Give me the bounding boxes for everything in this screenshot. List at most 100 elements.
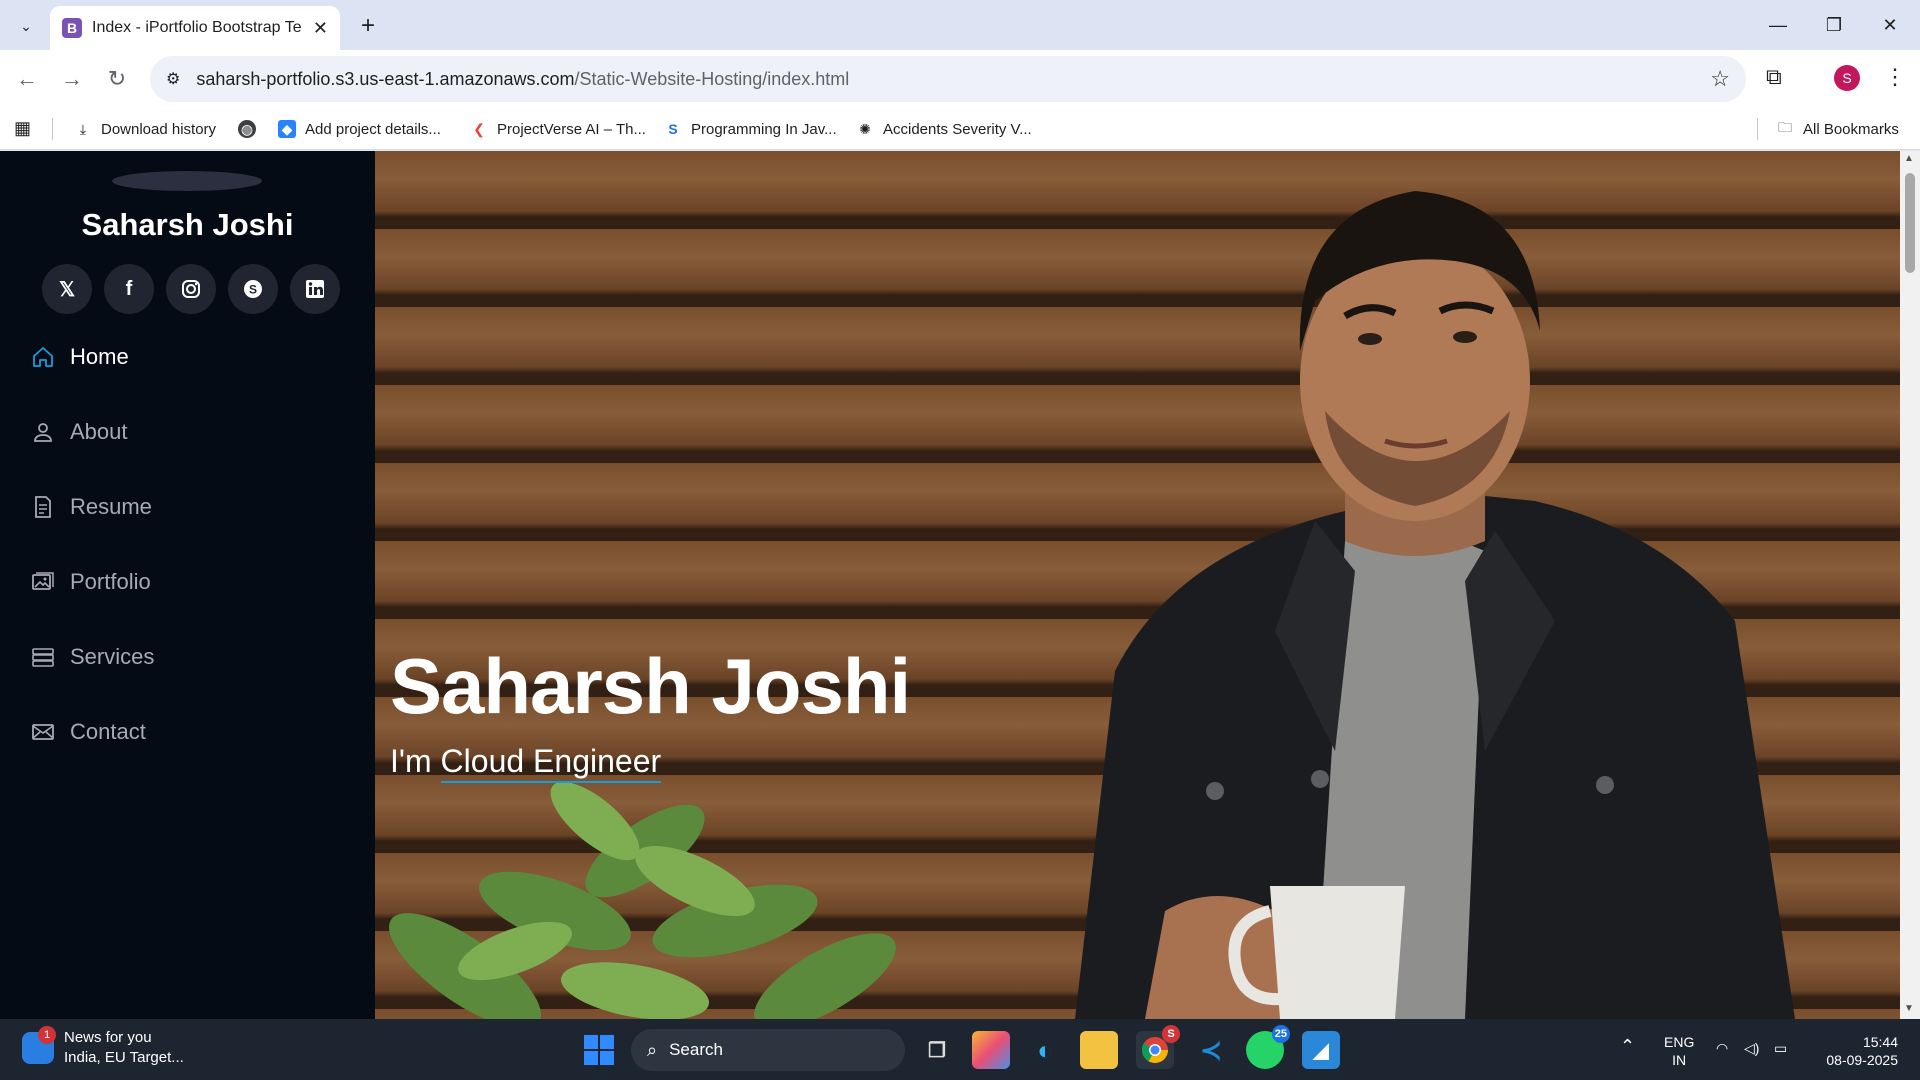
page-viewport: Saharsh Joshi 𝕏 f S Home About Resume Po… (0, 151, 1920, 1019)
whatsapp-icon[interactable]: 25 (1246, 1025, 1290, 1069)
s-logo-icon: S (668, 121, 678, 137)
instagram-icon[interactable] (166, 264, 216, 314)
tab-title: Index - iPortfolio Bootstrap Tem (92, 19, 302, 36)
page-scrollbar[interactable]: ▲ ▼ (1900, 151, 1920, 1019)
skype-icon[interactable]: S (228, 264, 278, 314)
search-icon: ⌕ (647, 1039, 658, 1060)
download-icon: ⤓ (79, 120, 87, 137)
facebook-icon[interactable]: f (104, 264, 154, 314)
close-window-button[interactable]: ✕ (1862, 0, 1918, 50)
chevron-up-icon[interactable]: ⌃ (1620, 1037, 1635, 1055)
minimize-button[interactable]: — (1750, 0, 1806, 50)
volume-icon[interactable]: ◁) (1744, 1039, 1759, 1057)
tab-close-icon[interactable]: ✕ (313, 18, 328, 39)
bookmark-globe[interactable]: ◍ (238, 108, 265, 150)
globe-icon: ◍ (238, 120, 256, 138)
bookmark-star-icon[interactable]: ☆ (1710, 66, 1730, 92)
news-subtitle: India, EU Target... (64, 1049, 184, 1066)
address-bar[interactable]: ⚙ saharsh-portfolio.s3.us-east-1.amazona… (150, 56, 1746, 102)
all-bookmarks-button[interactable]: 🗀 All Bookmarks (1776, 108, 1899, 150)
bookmark-label: Add project details... (305, 120, 441, 138)
jira-icon: ◆ (278, 120, 296, 138)
new-tab-button[interactable]: + (352, 10, 384, 42)
profile-avatar[interactable]: S (1834, 65, 1860, 91)
nav-label: Portfolio (70, 568, 151, 594)
bookmark-accidents-severity[interactable]: ✺ Accidents Severity V... (856, 108, 1032, 150)
nav-item-about[interactable]: About (0, 394, 375, 469)
nav-item-resume[interactable]: Resume (0, 469, 375, 544)
chrome-icon[interactable]: S (1136, 1025, 1180, 1069)
azure-app-icon[interactable]: ◢ (1302, 1031, 1340, 1069)
windows-start-icon[interactable] (584, 1035, 614, 1065)
sidebar: Saharsh Joshi 𝕏 f S Home About Resume Po… (0, 151, 375, 1019)
battery-icon[interactable]: ▭ (1774, 1039, 1787, 1057)
browser-tab[interactable]: B Index - iPortfolio Bootstrap Tem ✕ (50, 6, 340, 50)
bookmark-add-project-details[interactable]: ◆ Add project details... (278, 108, 441, 150)
reload-button[interactable]: ↻ (100, 62, 134, 96)
back-button[interactable]: ← (10, 62, 44, 96)
menu-dots-icon[interactable]: ⋮ (1884, 64, 1906, 90)
chrome-profile-badge: S (1162, 1025, 1180, 1043)
region-code: IN (1672, 1052, 1687, 1068)
taskbar-search[interactable]: ⌕ Search (631, 1029, 905, 1071)
nav-label: Resume (70, 493, 152, 519)
clock-time: 15:44 (1862, 1034, 1898, 1050)
site-info-icon[interactable]: ⚙ (166, 69, 180, 89)
url-host: saharsh-portfolio.s3.us-east-1.amazonaws… (196, 68, 575, 89)
bookmark-projectverse[interactable]: ❮ ProjectVerse AI – Th... (470, 108, 646, 150)
nav-item-portfolio[interactable]: Portfolio (0, 544, 375, 619)
file-explorer-icon[interactable] (1080, 1031, 1118, 1069)
edge-icon[interactable]: ◐ (1026, 1031, 1064, 1069)
divider (1757, 118, 1758, 140)
projectverse-icon: ❮ (473, 120, 485, 137)
language-code: ENG (1664, 1034, 1695, 1050)
task-view-icon[interactable]: ❐ (918, 1031, 956, 1069)
linkedin-icon[interactable] (290, 264, 340, 314)
reload-icon: ↻ (107, 66, 127, 91)
scroll-down-icon[interactable]: ▼ (1904, 1003, 1914, 1014)
language-indicator[interactable]: ENG IN (1664, 1033, 1694, 1069)
nav-item-contact[interactable]: Contact (0, 694, 375, 769)
tab-search-button[interactable]: ⌄ (10, 10, 42, 42)
social-links: 𝕏 f S (42, 264, 340, 314)
images-icon (30, 569, 56, 595)
nav-label: About (70, 418, 128, 444)
apps-grid-icon[interactable]: ▦ (14, 118, 31, 139)
news-icon: 1 (22, 1026, 56, 1064)
vscode-icon[interactable]: ≺ (1192, 1031, 1230, 1069)
news-title: News for you (64, 1029, 152, 1046)
bookmark-label: Accidents Severity V... (883, 120, 1032, 138)
scroll-up-icon[interactable]: ▲ (1904, 153, 1914, 164)
person-icon (30, 419, 56, 445)
clock[interactable]: 15:44 08-09-2025 (1816, 1033, 1898, 1069)
copilot-icon[interactable] (972, 1031, 1010, 1069)
forward-button[interactable]: → (55, 62, 89, 96)
restore-button[interactable]: ❐ (1806, 0, 1862, 50)
nav-item-home[interactable]: Home (0, 319, 375, 394)
hero-title: Saharsh Joshi (390, 642, 911, 730)
bookmarks-bar: ▦ ⤓ Download history ◍ ◆ Add project det… (0, 108, 1920, 150)
bookmark-download-history[interactable]: ⤓ Download history (74, 108, 216, 150)
x-icon[interactable]: 𝕏 (42, 264, 92, 314)
hero-subtitle: I'm Cloud Engineer (390, 743, 662, 783)
bookmark-label: ProjectVerse AI – Th... (497, 120, 646, 138)
bookmark-programming-java[interactable]: S Programming In Jav... (664, 108, 836, 150)
svg-text:S: S (249, 283, 257, 297)
house-icon (30, 344, 56, 370)
sidebar-nav: Home About Resume Portfolio Services Con… (0, 319, 375, 769)
hero-person-photo (1075, 191, 1795, 1019)
news-widget[interactable]: 1 News for you India, EU Target... (22, 1026, 184, 1068)
all-bookmarks-label: All Bookmarks (1803, 120, 1899, 138)
file-icon (30, 494, 56, 520)
nav-item-services[interactable]: Services (0, 619, 375, 694)
tab-strip: ⌄ B Index - iPortfolio Bootstrap Tem ✕ +… (0, 0, 1920, 50)
url-path: /Static-Website-Hosting/index.html (574, 68, 850, 89)
folder-icon: 🗀 (1778, 119, 1792, 135)
scrollbar-thumb[interactable] (1905, 173, 1915, 273)
divider (52, 118, 53, 140)
server-icon (30, 644, 56, 670)
wifi-icon[interactable]: ◠ (1716, 1039, 1728, 1057)
nav-label: Home (70, 343, 129, 369)
sidebar-name[interactable]: Saharsh Joshi (0, 207, 375, 243)
extensions-icon[interactable]: ⧉ (1766, 64, 1782, 90)
